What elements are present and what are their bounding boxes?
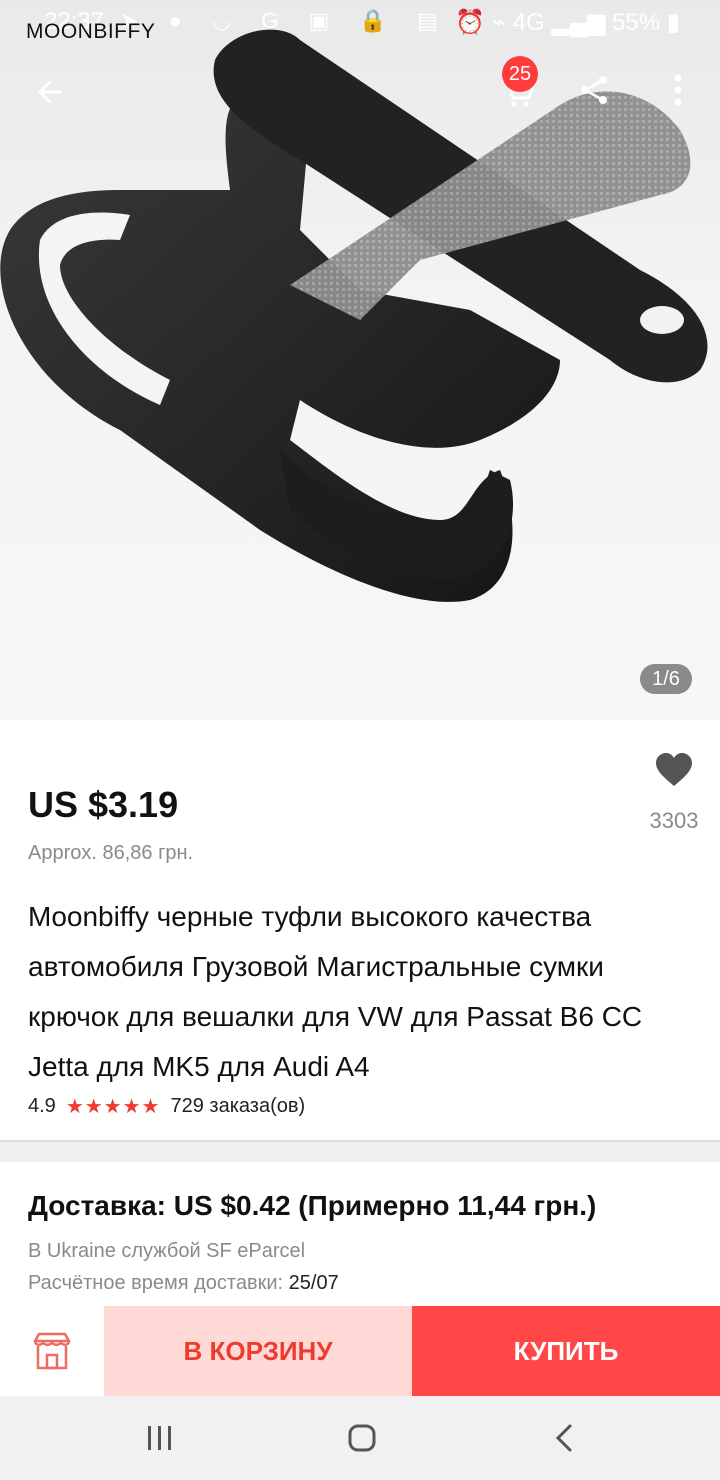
recent-apps-icon	[148, 1426, 171, 1450]
recent-apps-button[interactable]	[130, 1418, 190, 1458]
product-title: Moonbiffy черные туфли высокого качества…	[28, 901, 643, 1082]
more-vertical-icon	[674, 74, 682, 106]
back-button[interactable]	[22, 64, 78, 120]
shipping-eta-value: 25/07	[288, 1272, 339, 1294]
share-icon	[581, 76, 607, 104]
heart-icon	[656, 753, 692, 786]
rating-row[interactable]: 4.9 ★★★★★ 729 заказа(ов)	[28, 1094, 305, 1119]
brand-watermark: MOONBIFFY	[26, 20, 156, 43]
store-icon	[33, 1332, 71, 1370]
status-notification-icons: ➤ ● ◡ G ▣ 🔒 ▤	[120, 8, 450, 33]
system-back-button[interactable]	[534, 1418, 594, 1458]
shipping-service: В Ukraine службой SF eParcel	[28, 1240, 306, 1262]
wishlist-count: 3303	[649, 808, 699, 833]
shipping-eta-label: Расчётное время доставки:	[28, 1272, 284, 1294]
chevron-left-icon	[555, 1424, 572, 1452]
add-to-cart-button[interactable]: В КОРЗИНУ	[104, 1306, 412, 1396]
home-icon	[348, 1424, 376, 1452]
image-counter: 1/6	[640, 664, 692, 694]
arrow-left-icon	[38, 80, 62, 104]
share-button[interactable]	[566, 62, 622, 118]
product-price: US $3.19	[28, 784, 179, 825]
store-button[interactable]	[0, 1306, 105, 1396]
home-button[interactable]	[332, 1418, 392, 1458]
cart-count-badge: 25	[502, 56, 538, 92]
more-options-button[interactable]	[652, 62, 704, 118]
status-right-icons: ⏰ ⌁ 4G ▂▄▆ 55% ▮	[455, 9, 680, 36]
shipping-eta: Расчётное время доставки: 25/07	[28, 1272, 339, 1295]
star-rating-icon: ★★★★★	[65, 1096, 161, 1118]
section-gap	[0, 1142, 720, 1162]
shipping-cost: Доставка: US $0.42 (Примерно 11,44 грн.)	[28, 1190, 597, 1221]
orders-count: 729 заказа(ов)	[170, 1095, 306, 1117]
buy-now-button[interactable]: КУПИТЬ	[412, 1306, 720, 1396]
price-approx-local: Approx. 86,86 грн.	[28, 842, 194, 864]
rating-value: 4.9	[28, 1095, 56, 1117]
